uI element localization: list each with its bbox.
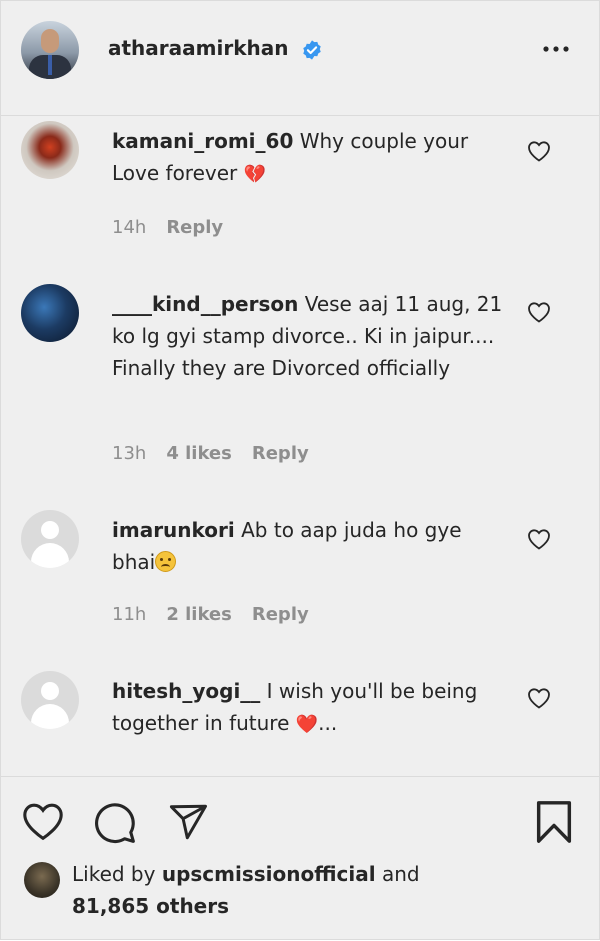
heart-icon[interactable] bbox=[21, 801, 65, 841]
comment-meta: 14h Reply bbox=[112, 217, 243, 238]
like-heart-icon[interactable] bbox=[527, 687, 551, 709]
bookmark-icon[interactable] bbox=[533, 799, 575, 845]
red-heart-emoji-icon: ❤️ bbox=[295, 714, 319, 735]
avatar[interactable] bbox=[21, 121, 79, 179]
avatar[interactable] bbox=[21, 21, 79, 79]
comment-likes[interactable]: 4 likes bbox=[166, 443, 232, 464]
comment-text: ____kind__person Vese aaj 11 aug, 21 ko … bbox=[112, 288, 507, 384]
comment-truncation: ... bbox=[318, 711, 338, 735]
like-heart-icon[interactable] bbox=[527, 140, 551, 162]
liked-by-username[interactable]: upscmissionofficial bbox=[162, 862, 376, 886]
comment-username[interactable]: hitesh_yogi__ bbox=[112, 679, 260, 703]
comment-meta: 13h 4 likes Reply bbox=[112, 443, 329, 464]
post-header: atharaamirkhan bbox=[1, 1, 600, 116]
like-heart-icon[interactable] bbox=[527, 528, 551, 550]
sad-face-emoji-icon bbox=[155, 551, 177, 572]
comment-time: 14h bbox=[112, 217, 147, 238]
comment-username[interactable]: imarunkori bbox=[112, 518, 235, 542]
verified-badge-icon bbox=[303, 40, 321, 60]
avatar[interactable] bbox=[21, 284, 79, 342]
liked-by-and: and bbox=[375, 862, 420, 886]
likes-count-button[interactable]: 81,865 others bbox=[72, 894, 229, 918]
comment-username[interactable]: ____kind__person bbox=[112, 292, 298, 316]
reply-button[interactable]: Reply bbox=[252, 604, 309, 625]
comment-icon[interactable] bbox=[93, 801, 137, 845]
comment-text: kamani_romi_60 Why couple your Love fore… bbox=[112, 125, 507, 191]
comment-text: hitesh_yogi__ I wish you'll be being tog… bbox=[112, 675, 507, 741]
liked-by-text: Liked by upscmissionofficial and 81,865 o… bbox=[72, 858, 492, 922]
post-comments-panel: atharaamirkhan kamani_romi_60 Why couple… bbox=[0, 0, 600, 940]
avatar[interactable] bbox=[24, 862, 60, 898]
reply-button[interactable]: Reply bbox=[252, 443, 309, 464]
default-avatar-body bbox=[31, 543, 69, 568]
liked-by-prefix: Liked by bbox=[72, 862, 162, 886]
like-heart-icon[interactable] bbox=[527, 301, 551, 323]
comment-likes[interactable]: 2 likes bbox=[166, 604, 232, 625]
comment-username[interactable]: kamani_romi_60 bbox=[112, 129, 293, 153]
default-avatar-head bbox=[41, 682, 59, 700]
comment-time: 13h bbox=[112, 443, 147, 464]
comment-time: 11h bbox=[112, 604, 147, 625]
avatar[interactable] bbox=[21, 510, 79, 568]
default-avatar-head bbox=[41, 521, 59, 539]
broken-heart-emoji-icon: 💔 bbox=[243, 164, 267, 185]
reply-button[interactable]: Reply bbox=[166, 217, 223, 238]
default-avatar-body bbox=[31, 704, 69, 729]
share-icon[interactable] bbox=[166, 801, 210, 843]
comment-text: imarunkori Ab to aap juda ho gye bhai bbox=[112, 514, 507, 578]
more-options-icon[interactable] bbox=[541, 39, 571, 59]
avatar-tie bbox=[48, 55, 52, 75]
avatar[interactable] bbox=[21, 671, 79, 729]
avatar-face bbox=[41, 29, 59, 53]
comment-meta: 11h 2 likes Reply bbox=[112, 604, 329, 625]
post-author-username[interactable]: atharaamirkhan bbox=[108, 36, 288, 60]
